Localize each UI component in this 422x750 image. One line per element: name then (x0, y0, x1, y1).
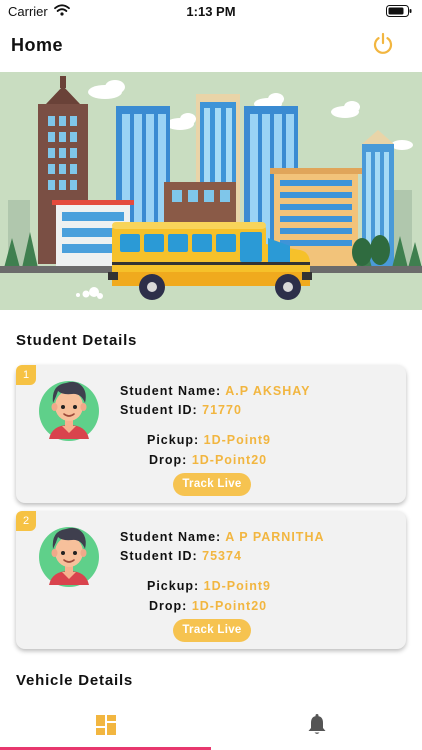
student-avatar (39, 381, 99, 441)
student-name-label: Student Name: (120, 530, 222, 544)
vehicle-details-heading: Vehicle Details (16, 672, 134, 689)
hero-illustration (0, 72, 422, 310)
student-card: 2 Student Name: A P PARNITHA Student ID:… (16, 511, 406, 649)
drop-label: Drop: (149, 453, 188, 467)
status-time: 1:13 PM (186, 4, 236, 19)
pickup-value: 1D-Point9 (203, 579, 271, 593)
student-name-label: Student Name: (120, 384, 222, 398)
bell-icon (308, 714, 326, 734)
pickup-label: Pickup: (147, 433, 200, 447)
card-index-badge: 2 (16, 511, 36, 531)
drop-row: Drop: 1D-Point20 (149, 453, 267, 467)
student-name-row: Student Name: A P PARNITHA (120, 530, 325, 544)
student-id-value: 75374 (202, 549, 242, 563)
pickup-label: Pickup: (147, 579, 200, 593)
drop-value: 1D-Point20 (191, 453, 268, 467)
student-id-row: Student ID: 75374 (120, 549, 242, 563)
drop-row: Drop: 1D-Point20 (149, 599, 267, 613)
student-id-label: Student ID: (120, 549, 198, 563)
student-card: 1 Student Name: A.P AKSHAY Student ID: 7… (16, 365, 406, 503)
student-name-row: Student Name: A.P AKSHAY (120, 384, 310, 398)
card-index-badge: 1 (16, 365, 36, 385)
power-icon[interactable] (372, 32, 394, 56)
drop-label: Drop: (149, 599, 188, 613)
page-title: Home (11, 35, 64, 55)
track-live-button[interactable]: Track Live (173, 473, 251, 496)
battery-icon (386, 5, 412, 17)
student-id-label: Student ID: (120, 403, 198, 417)
pickup-value: 1D-Point9 (203, 433, 271, 447)
app-header: Home (0, 24, 422, 72)
track-live-button[interactable]: Track Live (173, 619, 251, 642)
student-id-value: 71770 (202, 403, 242, 417)
student-details-heading: Student Details (16, 332, 138, 349)
student-name-value: A.P AKSHAY (225, 384, 311, 398)
bottom-tab-bar (0, 704, 422, 750)
city-school-bus-illustration (0, 72, 422, 310)
student-name-value: A P PARNITHA (225, 530, 325, 544)
pickup-row: Pickup: 1D-Point9 (147, 433, 271, 447)
drop-value: 1D-Point20 (191, 599, 268, 613)
student-avatar (39, 527, 99, 587)
pickup-row: Pickup: 1D-Point9 (147, 579, 271, 593)
dashboard-icon (96, 715, 116, 735)
status-bar: Carrier 1:13 PM (0, 0, 422, 24)
student-id-row: Student ID: 71770 (120, 403, 242, 417)
tab-dashboard[interactable] (0, 704, 211, 750)
tab-notifications[interactable] (211, 704, 422, 750)
